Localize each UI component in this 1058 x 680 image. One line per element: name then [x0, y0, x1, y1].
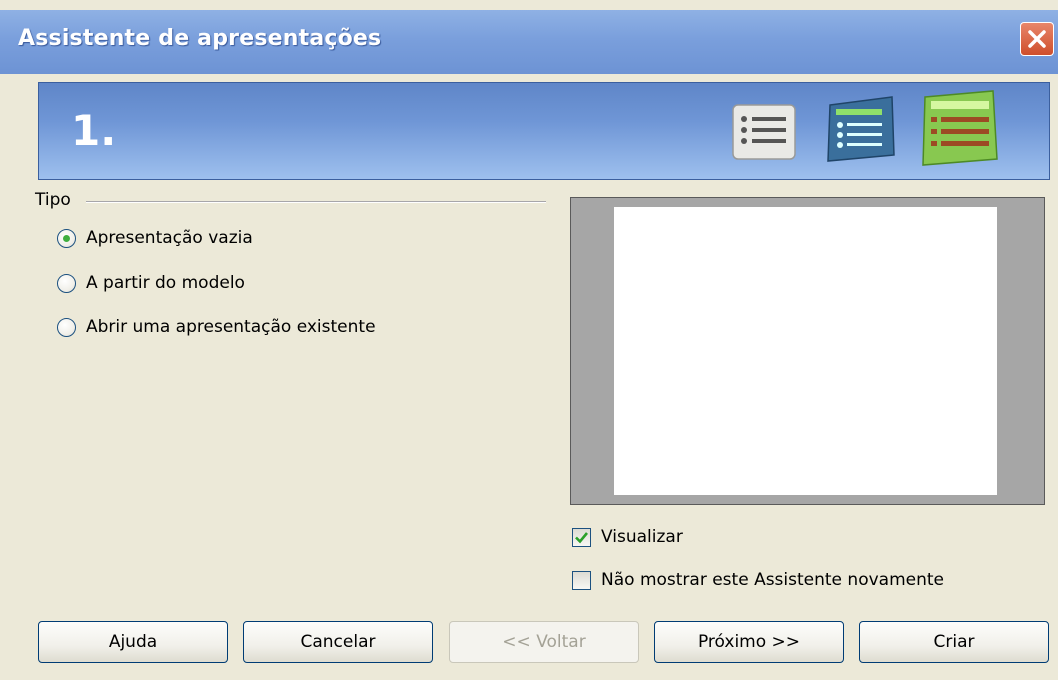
checkbox-box	[572, 570, 591, 590]
radio-open-existing[interactable]: Abrir uma apresentação existente	[57, 314, 376, 340]
radio-indicator	[57, 317, 76, 337]
checkmark-icon	[575, 531, 589, 543]
close-button[interactable]	[1020, 22, 1054, 56]
title-bar: Assistente de apresentações	[0, 10, 1058, 74]
list-active-icon	[922, 90, 998, 166]
create-button[interactable]: Criar	[859, 621, 1049, 663]
preview-slide	[614, 207, 997, 495]
next-button[interactable]: Próximo >>	[654, 621, 844, 663]
dont-show-again-checkbox[interactable]: Não mostrar este Assistente novamente	[572, 568, 944, 592]
radio-indicator	[57, 228, 76, 248]
window-title: Assistente de apresentações	[18, 26, 382, 51]
checkbox-label: Visualizar	[601, 527, 683, 547]
group-divider	[86, 201, 546, 203]
close-icon	[1028, 30, 1046, 48]
step-number: 1.	[71, 106, 117, 155]
radio-label: Apresentação vazia	[86, 228, 253, 248]
list-card-icon	[827, 96, 895, 162]
cancel-button[interactable]: Cancelar	[243, 621, 433, 663]
back-button[interactable]: << Voltar	[449, 621, 639, 663]
checkbox-box	[572, 527, 591, 547]
help-button[interactable]: Ajuda	[38, 621, 228, 663]
checkbox-label: Não mostrar este Assistente novamente	[601, 570, 944, 590]
preview-checkbox[interactable]: Visualizar	[572, 525, 683, 549]
radio-indicator	[57, 273, 76, 293]
step-banner: 1.	[38, 82, 1050, 180]
radio-blank-presentation[interactable]: Apresentação vazia	[57, 225, 253, 251]
preview-pane	[570, 197, 1045, 505]
tipo-group-label: Tipo	[35, 190, 71, 210]
radio-label: Abrir uma apresentação existente	[86, 317, 376, 337]
radio-from-template[interactable]: A partir do modelo	[57, 270, 245, 296]
list-page-icon	[732, 104, 796, 160]
radio-label: A partir do modelo	[86, 273, 245, 293]
